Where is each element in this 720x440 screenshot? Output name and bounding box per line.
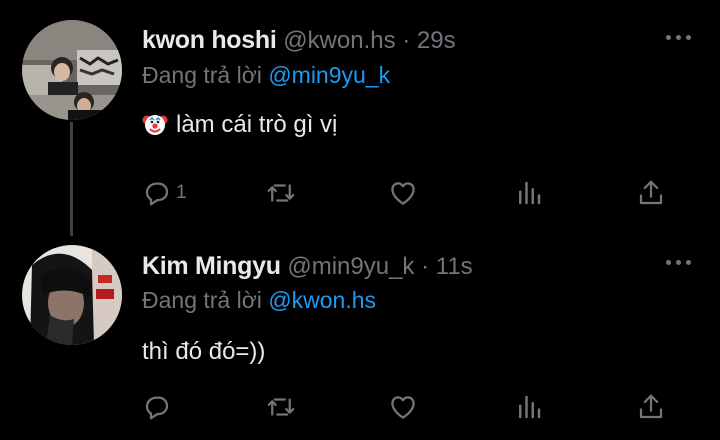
tweet-header: Kim Mingyu @min9yu_k · 11s bbox=[142, 252, 473, 281]
tweet-body: thì đó đó=)) bbox=[142, 338, 266, 365]
views-button[interactable] bbox=[514, 176, 544, 210]
replying-prefix: Đang trả lời bbox=[142, 62, 262, 88]
clown-face-icon bbox=[142, 111, 168, 137]
tweet-text: thì đó đó=)) bbox=[142, 338, 265, 366]
more-icon[interactable] bbox=[666, 32, 692, 42]
handle[interactable]: @kwon.hs bbox=[283, 27, 395, 54]
display-name[interactable]: Kim Mingyu bbox=[142, 252, 281, 280]
reply-count: 1 bbox=[176, 182, 187, 203]
tweet-header: kwon hoshi @kwon.hs · 29s bbox=[142, 26, 456, 55]
views-icon bbox=[519, 181, 541, 205]
avatar-image bbox=[22, 245, 122, 345]
share-icon bbox=[639, 180, 663, 205]
replying-to: Đang trả lời @kwon.hs bbox=[142, 287, 376, 314]
replying-to: Đang trả lời @min9yu_k bbox=[142, 62, 390, 89]
share-icon bbox=[639, 394, 663, 419]
display-name[interactable]: kwon hoshi bbox=[142, 26, 277, 54]
replying-mention[interactable]: @kwon.hs bbox=[268, 287, 376, 313]
tweet[interactable]: Kim Mingyu @min9yu_k · 11s Đang trả lời … bbox=[0, 235, 720, 440]
views-icon bbox=[519, 395, 541, 419]
like-icon bbox=[391, 182, 415, 205]
avatar[interactable] bbox=[22, 20, 122, 120]
share-button[interactable] bbox=[636, 390, 666, 424]
tweet[interactable]: kwon hoshi @kwon.hs · 29s Đang trả lời @… bbox=[0, 0, 720, 236]
retweet-icon bbox=[267, 398, 295, 416]
share-button[interactable] bbox=[636, 176, 666, 210]
reply-button[interactable] bbox=[142, 390, 176, 424]
views-button[interactable] bbox=[514, 390, 544, 424]
like-icon bbox=[391, 396, 415, 419]
retweet-icon bbox=[267, 184, 295, 202]
reply-button[interactable]: 1 bbox=[142, 176, 187, 210]
more-icon[interactable] bbox=[666, 257, 692, 267]
replying-prefix: Đang trả lời bbox=[142, 287, 262, 313]
avatar-image bbox=[22, 20, 122, 120]
like-button[interactable] bbox=[388, 390, 418, 424]
retweet-button[interactable] bbox=[266, 176, 296, 210]
action-bar bbox=[142, 390, 682, 424]
avatar[interactable] bbox=[22, 245, 122, 345]
replying-mention[interactable]: @min9yu_k bbox=[268, 62, 390, 88]
tweet-body: làm cái trò gì vị bbox=[176, 111, 338, 138]
like-button[interactable] bbox=[388, 176, 418, 210]
reply-icon bbox=[145, 396, 169, 420]
tweet-text: làm cái trò gì vị bbox=[142, 111, 337, 139]
handle[interactable]: @min9yu_k bbox=[287, 253, 414, 280]
timestamp[interactable]: · 11s bbox=[421, 253, 473, 280]
action-bar: 1 bbox=[142, 176, 682, 210]
retweet-button[interactable] bbox=[266, 390, 296, 424]
thread-line bbox=[70, 122, 73, 236]
timestamp[interactable]: · 29s bbox=[402, 27, 455, 54]
reply-icon bbox=[145, 182, 169, 206]
